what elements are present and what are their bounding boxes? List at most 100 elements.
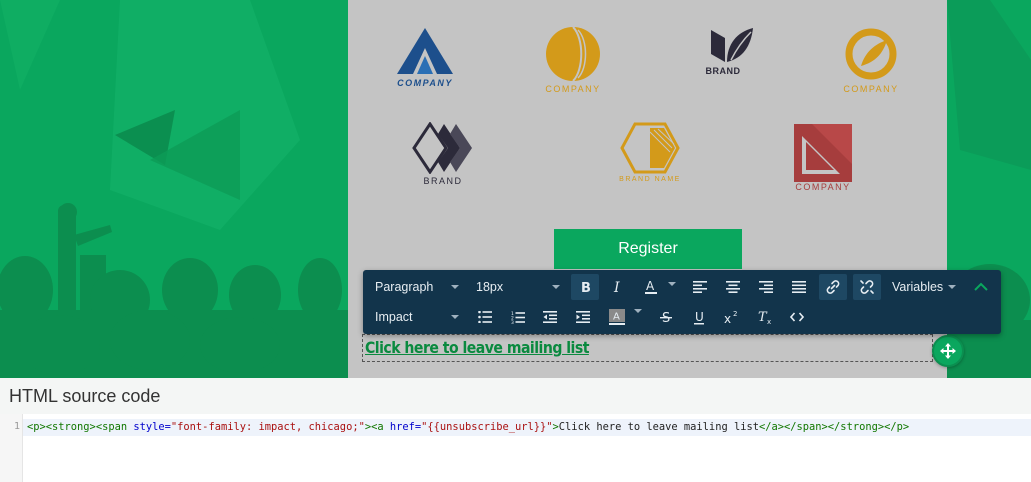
rich-text-toolbar: Paragraph 18px B I A Variables Impact 1 … <box>363 270 1001 334</box>
bold-button[interactable]: B <box>571 274 599 300</box>
logo-6: BRAND NAME <box>610 122 690 183</box>
code-line[interactable]: <p><strong><span style="font-family: imp… <box>23 419 1031 436</box>
selected-text-block[interactable]: Click here to leave mailing list <box>362 334 933 362</box>
logo-3: BRAND <box>690 26 756 76</box>
code-text: <p><strong><span style="font-family: imp… <box>27 421 909 433</box>
text-color-button[interactable]: A <box>637 274 665 300</box>
svg-text:I: I <box>613 280 620 294</box>
font-size-value: 18px <box>476 280 504 294</box>
code-token: "font-family: impact, chicago;" <box>170 421 365 433</box>
align-justify-button[interactable] <box>785 274 813 300</box>
svg-text:3: 3 <box>511 320 514 324</box>
source-panel-title: HTML source code <box>9 386 161 406</box>
text-color-dropdown[interactable] <box>667 274 677 300</box>
svg-text:U: U <box>695 310 704 324</box>
align-left-icon <box>693 281 707 293</box>
move-handle-icon[interactable] <box>932 335 964 367</box>
align-right-icon <box>759 281 773 293</box>
bullet-list-button[interactable] <box>471 304 499 330</box>
svg-text:A: A <box>646 279 655 293</box>
source-code-button[interactable] <box>783 304 811 330</box>
italic-button[interactable]: I <box>603 274 631 300</box>
underline-button[interactable]: U <box>685 304 713 330</box>
line-gutter: 1 <box>0 414 23 482</box>
background-color-icon: A <box>609 309 625 325</box>
bold-icon: B <box>581 281 591 294</box>
indent-icon <box>576 311 590 323</box>
block-format-value: Paragraph <box>375 280 434 294</box>
code-token: href= <box>389 421 422 433</box>
code-token: <p><strong><span <box>27 421 134 433</box>
clear-formatting-icon: Tx <box>758 310 771 325</box>
font-family-value: Impact <box>375 310 413 324</box>
logo-label: COMPANY <box>795 182 851 192</box>
code-icon <box>790 312 804 322</box>
code-editor[interactable]: 1 <p><strong><span style="font-family: i… <box>0 414 1031 482</box>
toolbar-row-1: Paragraph 18px B I A Variables <box>363 272 1001 302</box>
leaf-logo-icon <box>711 28 753 62</box>
logo-label: BRAND NAME <box>619 176 681 183</box>
outdent-button[interactable] <box>536 304 564 330</box>
numbered-list-button[interactable]: 123 <box>504 304 532 330</box>
collapse-toolbar-button[interactable] <box>967 274 995 300</box>
indent-button[interactable] <box>569 304 597 330</box>
bullet-list-icon <box>478 311 492 323</box>
italic-icon: I <box>613 280 620 294</box>
code-token: ><a <box>364 421 390 433</box>
logo-1: COMPANY <box>392 26 458 88</box>
background-color-dropdown[interactable] <box>633 304 643 330</box>
source-panel-header: HTML source code <box>0 378 1031 414</box>
background-color-button[interactable]: A <box>603 304 631 330</box>
logo-5: BRAND <box>410 122 476 186</box>
outdent-icon <box>543 311 557 323</box>
code-token: Click here to leave mailing list <box>558 421 759 433</box>
chevron-down-icon <box>668 282 676 286</box>
logo-4: COMPANY <box>836 26 906 94</box>
chevron-down-icon <box>948 285 956 289</box>
logo-2: COMPANY <box>538 26 608 94</box>
chevron-down-icon <box>451 285 459 289</box>
block-format-dropdown[interactable]: Paragraph <box>367 274 463 300</box>
svg-text:x: x <box>767 318 771 325</box>
clear-formatting-button[interactable]: Tx <box>751 304 779 330</box>
align-center-icon <box>726 281 740 293</box>
triangle-logo-icon <box>397 28 453 74</box>
numbered-list-icon: 123 <box>511 311 525 324</box>
q-logo-icon <box>845 28 897 80</box>
insert-link-button[interactable] <box>819 274 847 300</box>
circle-logo-icon <box>546 26 600 82</box>
align-left-button[interactable] <box>686 274 714 300</box>
superscript-button[interactable]: x2 <box>717 304 745 330</box>
code-token: style= <box>133 421 171 433</box>
svg-text:2: 2 <box>733 310 737 318</box>
logo-label: BRAND <box>705 66 741 76</box>
square-logo-icon <box>794 124 852 182</box>
svg-text:x: x <box>724 312 731 324</box>
align-justify-icon <box>792 281 806 293</box>
variables-dropdown[interactable]: Variables <box>884 274 960 300</box>
align-center-button[interactable] <box>719 274 747 300</box>
strikethrough-icon: S <box>660 311 672 324</box>
font-size-dropdown[interactable]: 18px <box>468 274 564 300</box>
strikethrough-button[interactable]: S <box>652 304 680 330</box>
align-right-button[interactable] <box>752 274 780 300</box>
underline-icon: U <box>694 310 704 324</box>
toolbar-row-2: Impact 123 A S U x2 Tx <box>363 302 1001 332</box>
unlink-icon <box>860 280 874 294</box>
logo-7: COMPANY <box>788 122 858 192</box>
register-button[interactable]: Register <box>554 229 742 269</box>
chevron-up-icon <box>974 282 988 291</box>
remove-link-button[interactable] <box>853 274 881 300</box>
chevron-down-icon <box>634 309 642 313</box>
logo-label: COMPANY <box>397 78 453 88</box>
unsubscribe-link[interactable]: Click here to leave mailing list <box>365 338 589 357</box>
svg-text:A: A <box>613 312 620 323</box>
link-icon <box>826 280 840 294</box>
variables-label: Variables <box>892 280 944 294</box>
font-family-dropdown[interactable]: Impact <box>367 304 463 330</box>
svg-text:B: B <box>581 281 591 294</box>
code-token: "{{unsubscribe_url}}" <box>421 421 553 433</box>
logo-label: COMPANY <box>843 84 899 94</box>
code-token: </a></span></strong></p> <box>758 421 910 433</box>
logo-label: COMPANY <box>545 84 601 94</box>
